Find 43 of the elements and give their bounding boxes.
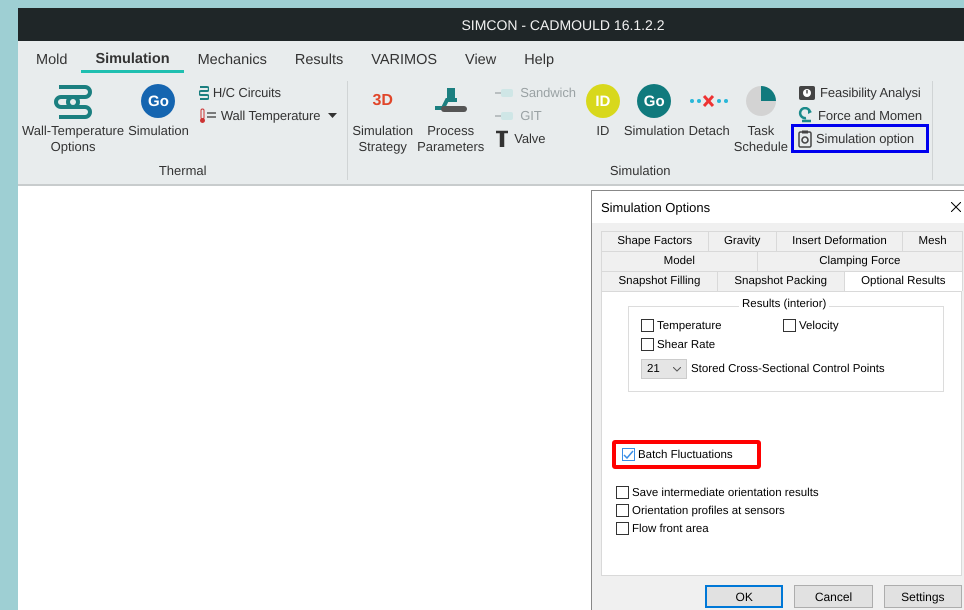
checkbox[interactable]: Temperature [641,319,783,332]
menu-tab[interactable]: VARIMOS [357,46,452,72]
group-label: Thermal [158,163,207,178]
ribbon-button[interactable]: Wall-Temperature Options [20,81,126,155]
menu-tab[interactable]: Simulation [81,45,184,73]
go-icon: Go [637,84,672,118]
ribbon-button[interactable]: Process Parameters [415,81,486,155]
checkbox[interactable]: Save intermediate orientation results [616,486,819,499]
dialog-tab[interactable]: Mesh [902,231,964,251]
menu-tab[interactable]: Results [280,46,358,72]
dialog-button[interactable]: Cancel [794,585,873,608]
ribbon-small-button[interactable]: Simulation option [790,124,929,153]
ribbon-button[interactable]: Go Simulation [622,81,687,139]
dialog-tab[interactable]: Shape Factors [601,231,709,251]
dialog-tab[interactable]: Model [601,251,758,271]
checkbox[interactable]: Orientation profiles at sensors [616,504,785,517]
3d-icon: 3D [372,92,393,110]
go-icon: Go [141,84,176,118]
ribbon-button[interactable]: Go Simulation [126,81,191,139]
menu-tab[interactable]: Help [510,46,568,72]
dropdown[interactable]: 21 [641,359,687,379]
ribbon-button[interactable]: 3D Simulation Strategy [350,81,416,155]
id-icon: ID [586,84,620,118]
highlighted-checkbox[interactable]: Batch Fluctuations [612,440,761,469]
dialog-tab[interactable]: Optional Results [844,271,963,291]
dropdown-label: Stored Cross-Sectional Control Points [691,363,885,375]
ribbon-button[interactable]: Detach [686,81,732,139]
ribbon-button[interactable]: Task Schedule [732,81,790,155]
menu-tab[interactable]: Mold [22,46,82,72]
checkbox[interactable]: Flow front area [616,522,709,535]
ribbon-button[interactable]: ID ID [584,81,622,139]
dialog-button[interactable]: OK [705,585,784,608]
menu-tab[interactable]: View [451,46,510,72]
menu-tab[interactable]: Mechanics [184,46,281,72]
dialog-tab[interactable]: Snapshot Filling [601,271,718,291]
dialog-tab[interactable]: Clamping Force [756,251,963,271]
group-label: Simulation [610,163,671,178]
checkbox[interactable]: Velocity [783,319,913,332]
dialog-title: Simulation Options [601,200,710,214]
dialog-button[interactable]: Settings [884,585,962,608]
checkbox[interactable]: Shear Rate [641,338,783,351]
window-title: SIMCON - CADMOULD 16.1.2.2 [461,16,665,32]
group-title: Results (interior) [739,298,830,310]
